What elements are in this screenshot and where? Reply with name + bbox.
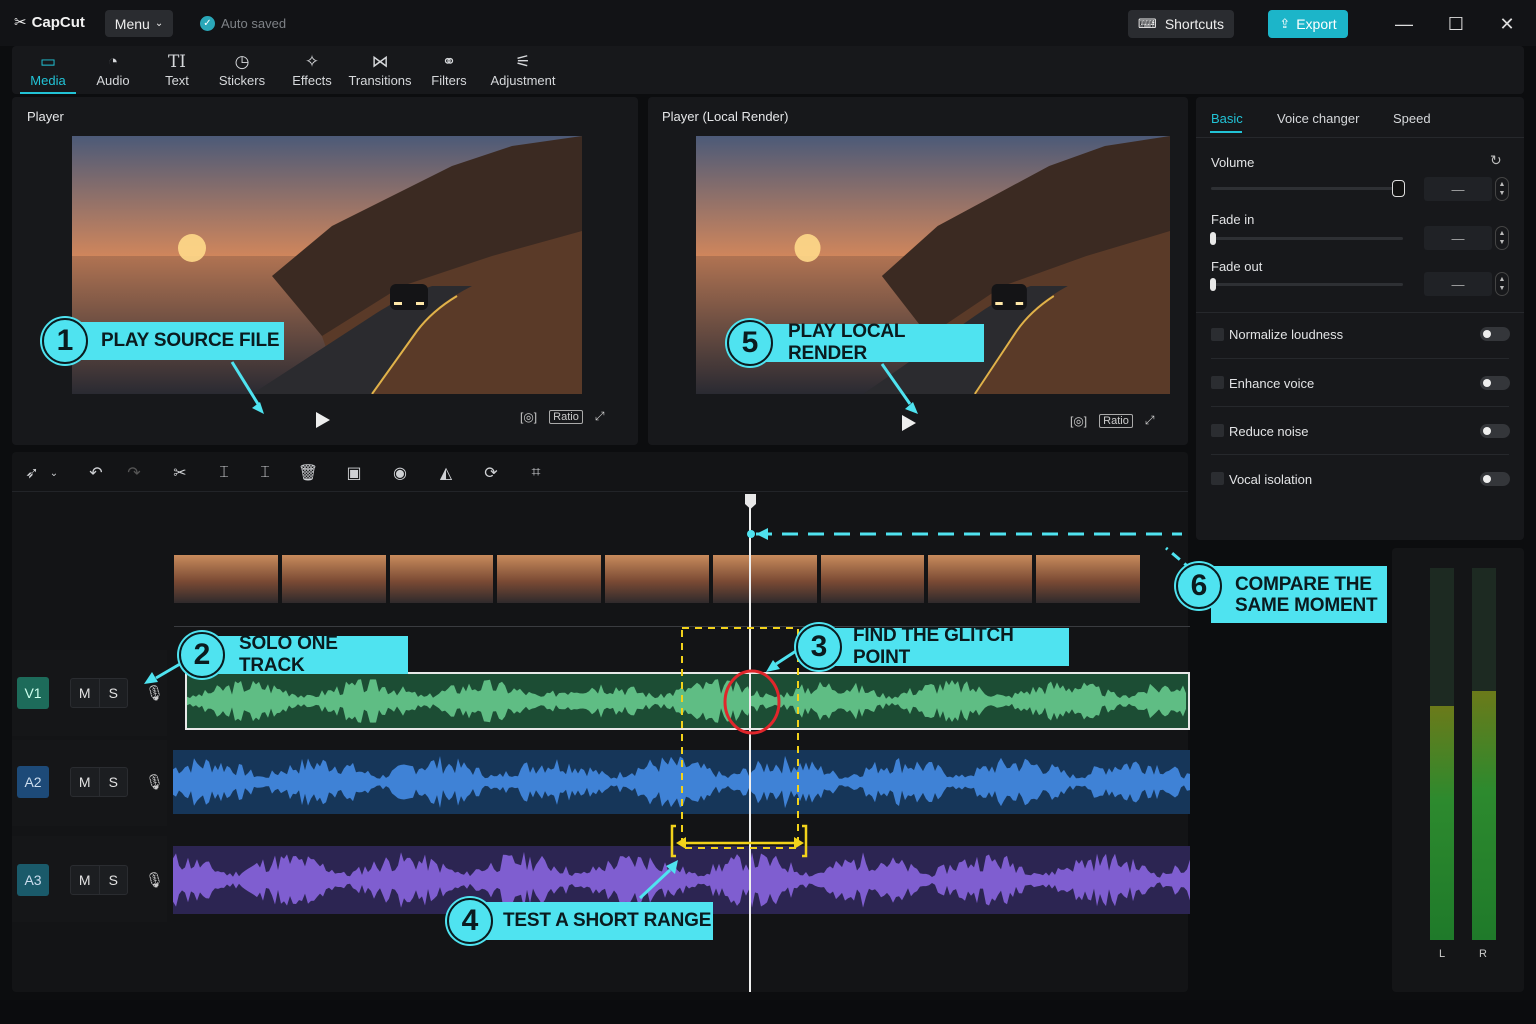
annotation-overlay (144, 361, 1193, 992)
level-meter-left-fill (1430, 705, 1454, 940)
range-bracket-left (670, 824, 676, 858)
callout-1-badge: 1 (42, 318, 88, 364)
compare-arrowhead (756, 528, 768, 540)
callout-1: PLAY SOURCE FILE (64, 322, 284, 360)
callout-3: FIND THE GLITCH POINT (818, 625, 1069, 668)
compare-point (747, 530, 755, 538)
callout-3-arrow (775, 649, 797, 666)
callout-4-badge: 4 (447, 898, 493, 944)
callout-2-arrowhead (144, 672, 158, 684)
callout-2: SOLO ONE TRACK (200, 633, 408, 676)
callout-4-text: TEST A SHORT RANGE (503, 910, 712, 931)
meter-label-right: R (1479, 948, 1487, 960)
bottom-bar (0, 1000, 1536, 1024)
callout-2-badge: 2 (179, 632, 225, 678)
glitch-marker-circle (723, 669, 781, 735)
callout-1-text: PLAY SOURCE FILE (101, 330, 280, 351)
playhead-handle[interactable] (745, 494, 756, 509)
callout-2-text: SOLO ONE TRACK (239, 633, 338, 676)
callout-6: COMPARE THE SAME MOMENT (1211, 566, 1387, 623)
callout-6-text: COMPARE THE (1235, 573, 1372, 595)
level-meter-right-fill (1472, 690, 1496, 940)
callout-2-arrow (155, 662, 181, 680)
level-meter-left (1430, 568, 1454, 940)
callout-5-arrow (880, 363, 912, 405)
callout-4: TEST A SHORT RANGE (470, 902, 713, 940)
callout-6-badge: 6 (1176, 563, 1222, 609)
range-bracket-right (802, 824, 808, 858)
audio-level-meters (1392, 548, 1524, 992)
callout-1-arrowhead (252, 402, 264, 414)
callout-3-badge: 3 (796, 624, 842, 670)
callout-3-text: FIND THE GLITCH POINT (853, 625, 1014, 668)
callout-5-badge: 5 (727, 320, 773, 366)
callout-5-text: PLAY LOCAL RENDER (788, 321, 905, 364)
callout-6-text-line2: SAME MOMENT (1235, 594, 1378, 616)
callout-5: PLAY LOCAL RENDER (750, 321, 984, 364)
level-meter-right (1472, 568, 1496, 940)
callout-4-arrow (638, 868, 672, 900)
callout-1-arrow (230, 361, 260, 405)
capcut-window: ✂ CapCut Menu ⌄ ✓ Auto saved ⌨ Shortcuts ⇪ Ex… (0, 0, 1536, 1024)
callout-5-arrowhead (905, 402, 918, 414)
meter-label-left: L (1439, 948, 1446, 960)
